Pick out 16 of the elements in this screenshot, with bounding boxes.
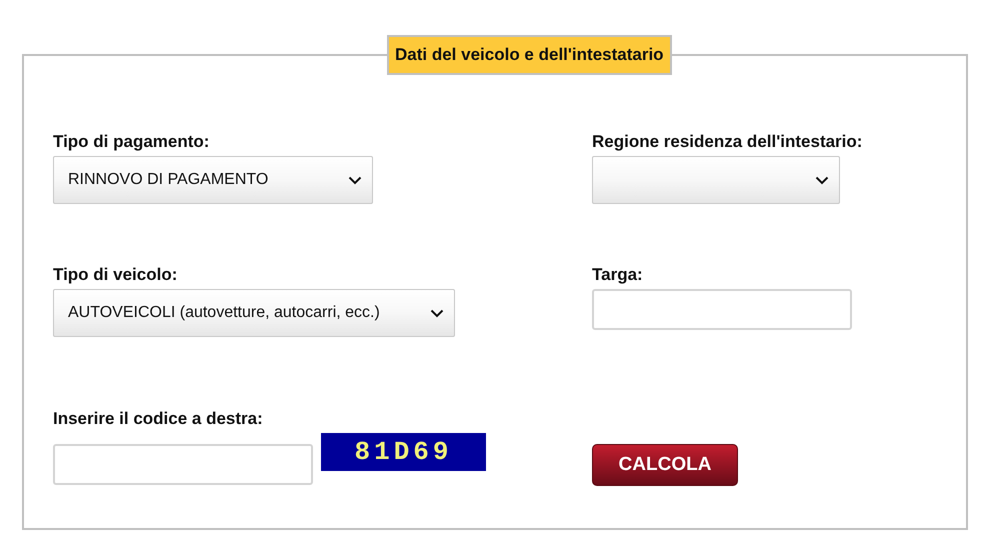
captcha-image: 81D69 [321,433,486,471]
calculate-button[interactable]: CALCOLA [592,444,738,486]
section-title: Dati del veicolo e dell'intestatario [387,35,672,75]
captcha-field[interactable] [53,444,313,485]
dropdown[interactable] [592,156,840,204]
chevron-down-icon [348,176,362,184]
dropdown[interactable]: AUTOVEICOLI (autovetture, autocarri, ecc.) [53,289,455,337]
field-label: Regione residenza dell'intestario: [592,131,864,153]
dropdown[interactable]: RINNOVO DI PAGAMENTO [53,156,373,204]
chevron-down-icon [430,308,444,318]
field-label: Inserire il codice a destra: [53,408,264,430]
field-label: Targa: [592,264,644,286]
chevron-down-icon [815,176,829,184]
field-label: Tipo di pagamento: [53,131,210,153]
field-label: Tipo di veicolo: [53,264,178,286]
plate-field[interactable] [592,289,852,330]
